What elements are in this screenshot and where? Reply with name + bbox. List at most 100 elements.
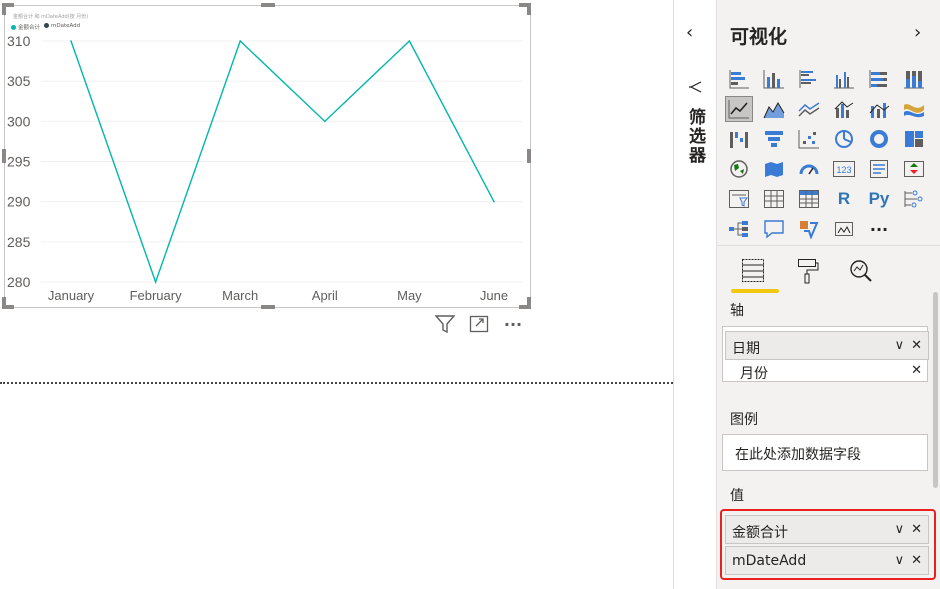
collapse-chevron-icon[interactable]: ‹ (686, 22, 693, 43)
card-icon[interactable]: 123 (830, 156, 858, 182)
field-label: 日期 (732, 341, 760, 357)
clustered-bar-chart-icon[interactable] (795, 66, 823, 92)
values-well-label: 值 (730, 488, 744, 504)
resize-handle[interactable] (261, 3, 275, 7)
axis-well-label: 轴 (730, 303, 744, 319)
y-tick-label: 290 (7, 194, 31, 210)
legend-well-label: 图例 (730, 412, 758, 428)
stacked-bar-chart-icon[interactable] (725, 66, 753, 92)
map-icon[interactable] (725, 156, 753, 182)
scatter-chart-icon[interactable] (795, 126, 823, 152)
visualizations-pane: 可视化 › 123 R Py ··· 轴 日期 ∨ ✕ 月份 ✕ 图例 在此处添… (717, 0, 940, 589)
legend-well[interactable]: 在此处添加数据字段 (722, 434, 928, 471)
filter-icon[interactable] (688, 80, 702, 99)
matrix-icon[interactable] (795, 186, 823, 212)
y-tick-label: 300 (7, 113, 31, 129)
y-tick-label: 310 (7, 33, 31, 49)
gauge-icon[interactable] (795, 156, 823, 182)
table-icon[interactable] (760, 186, 788, 212)
filters-pane-label[interactable]: 筛选器 (683, 108, 708, 165)
line-chart-icon[interactable] (725, 96, 753, 122)
pane-title: 可视化 (730, 26, 788, 48)
x-tick-label: April (312, 288, 338, 303)
page-boundary-line (0, 382, 673, 384)
x-tick-label: June (480, 288, 508, 303)
multi-row-card-icon[interactable] (865, 156, 893, 182)
line-chart: 310 305 300 295 290 285 280 January February Marc… (7, 33, 523, 303)
funnel-chart-icon[interactable] (760, 126, 788, 152)
card-icon-label: 123 (836, 165, 851, 175)
axis-field-month[interactable]: 月份 ✕ (733, 356, 929, 385)
x-tick-label: March (222, 288, 258, 303)
data-point (493, 200, 495, 203)
pie-chart-icon[interactable] (830, 126, 858, 152)
ribbon-chart-icon[interactable] (900, 96, 928, 122)
active-tab-indicator (731, 289, 779, 293)
resize-handle[interactable] (2, 3, 6, 15)
x-tick-label: January (48, 288, 95, 303)
slicer-icon[interactable] (725, 186, 753, 212)
remove-x-icon[interactable]: ✕ (911, 363, 922, 378)
data-point (70, 40, 72, 42)
analytics-magnifier-icon[interactable] (845, 254, 877, 288)
resize-handle[interactable] (527, 297, 531, 309)
paginated-report-icon[interactable] (830, 216, 858, 242)
filter-icon[interactable] (434, 314, 456, 334)
field-label: 月份 (740, 366, 768, 382)
format-roller-icon[interactable] (791, 254, 823, 288)
line-stacked-column-chart-icon[interactable] (865, 96, 893, 122)
remove-x-icon[interactable]: ✕ (911, 338, 922, 353)
treemap-icon[interactable] (900, 126, 928, 152)
data-point (324, 120, 326, 123)
r-label: R (837, 189, 851, 208)
more-options-icon[interactable]: ··· (502, 314, 524, 334)
resize-handle[interactable] (527, 3, 531, 15)
expand-chevron-icon[interactable]: › (914, 22, 921, 43)
y-tick-label: 295 (7, 154, 31, 170)
clustered-column-chart-icon[interactable] (830, 66, 858, 92)
visual-header-toolbar: ··· (434, 314, 524, 334)
y-tick-label: 280 (7, 274, 31, 290)
report-canvas: 金额合计 和 mDateAdd(按 月份) 金额合计 mDateAdd 310 3… (0, 0, 673, 589)
r-visual-icon[interactable]: R (830, 186, 858, 212)
waterfall-chart-icon[interactable] (725, 126, 753, 152)
data-point (239, 40, 241, 42)
resize-handle[interactable] (527, 149, 531, 163)
area-chart-icon[interactable] (760, 96, 788, 122)
more-visuals-icon[interactable]: ··· (865, 216, 893, 242)
pane-separator (717, 245, 940, 246)
stacked-column-chart-icon[interactable] (760, 66, 788, 92)
chevron-down-icon[interactable]: ∨ (895, 338, 905, 353)
pane-tabs (737, 254, 877, 288)
resize-handle[interactable] (2, 149, 6, 163)
visual-type-gallery: 123 R Py ··· (725, 66, 935, 246)
resize-handle[interactable] (2, 297, 6, 309)
100-stacked-column-chart-icon[interactable] (900, 66, 928, 92)
python-visual-icon[interactable]: Py (865, 186, 893, 212)
more-visuals-label: ··· (869, 219, 889, 239)
y-tick-label: 285 (7, 234, 31, 250)
kpi-icon[interactable] (900, 156, 928, 182)
line-chart-visual[interactable]: 金额合计 和 mDateAdd(按 月份) 金额合计 mDateAdd 310 3… (4, 5, 531, 308)
resize-handle[interactable] (261, 305, 275, 309)
qa-icon[interactable] (760, 216, 788, 242)
donut-chart-icon[interactable] (865, 126, 893, 152)
100-stacked-bar-chart-icon[interactable] (865, 66, 893, 92)
y-tick-label: 305 (7, 73, 31, 89)
annotation-highlight-box (720, 509, 936, 580)
x-tick-label: May (397, 288, 422, 303)
fields-tab-icon[interactable] (737, 254, 769, 288)
line-clustered-column-chart-icon[interactable] (830, 96, 858, 122)
legend-well-placeholder: 在此处添加数据字段 (735, 447, 861, 463)
stacked-area-chart-icon[interactable] (795, 96, 823, 122)
pane-scrollbar[interactable] (933, 292, 938, 488)
power-automate-icon[interactable] (795, 216, 823, 242)
decomposition-tree-icon[interactable] (725, 216, 753, 242)
data-point (154, 281, 157, 283)
focus-mode-icon[interactable] (468, 314, 490, 334)
key-influencers-icon[interactable] (900, 186, 928, 212)
py-label: Py (868, 189, 890, 208)
filled-map-icon[interactable] (760, 156, 788, 182)
data-point (408, 40, 411, 42)
filters-pane: ‹ 筛选器 (674, 0, 716, 589)
